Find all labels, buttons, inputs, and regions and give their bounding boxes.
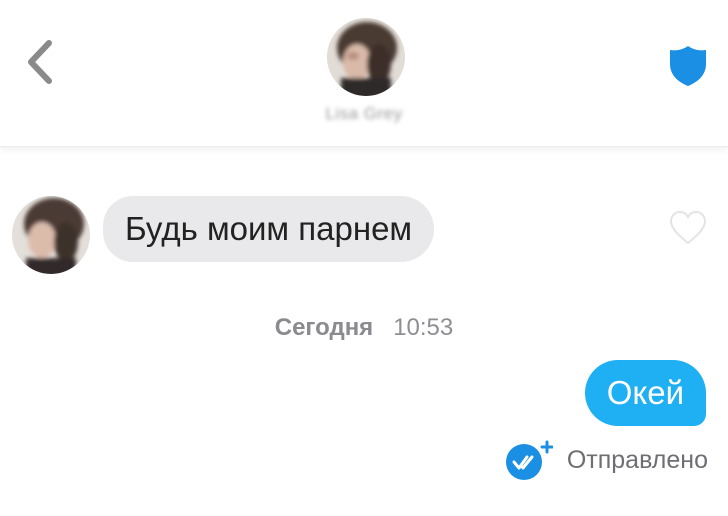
- avatar-photo: [12, 196, 90, 274]
- delivery-status: Отправлено: [505, 440, 708, 480]
- chevron-left-icon: [28, 40, 52, 84]
- contact-avatar[interactable]: [327, 18, 405, 96]
- heart-outline-icon: [669, 210, 707, 245]
- timestamp-day: Сегодня: [274, 314, 374, 341]
- chat-screen: Lisa Grey Будь моим парнем Сегодня 10:53…: [0, 0, 728, 516]
- back-button[interactable]: [20, 36, 60, 88]
- like-button[interactable]: [669, 210, 707, 246]
- incoming-message-text: Будь моим парнем: [125, 210, 413, 247]
- timestamp-time: 10:53: [393, 314, 454, 341]
- incoming-message-bubble[interactable]: Будь моим парнем: [103, 196, 435, 262]
- chat-header: Lisa Grey: [0, 0, 728, 147]
- delivery-status-label: Отправлено: [566, 445, 708, 474]
- outgoing-message-bubble[interactable]: Окей: [584, 360, 706, 426]
- shield-icon: [670, 46, 706, 86]
- contact-name[interactable]: Lisa Grey: [0, 104, 728, 124]
- message-timestamp: Сегодня 10:53: [0, 314, 728, 342]
- safety-button[interactable]: [668, 44, 708, 88]
- double-check-icon: [505, 440, 553, 480]
- sender-avatar[interactable]: [12, 196, 90, 274]
- outgoing-message-text: Окей: [606, 374, 684, 411]
- avatar-photo: [327, 18, 405, 96]
